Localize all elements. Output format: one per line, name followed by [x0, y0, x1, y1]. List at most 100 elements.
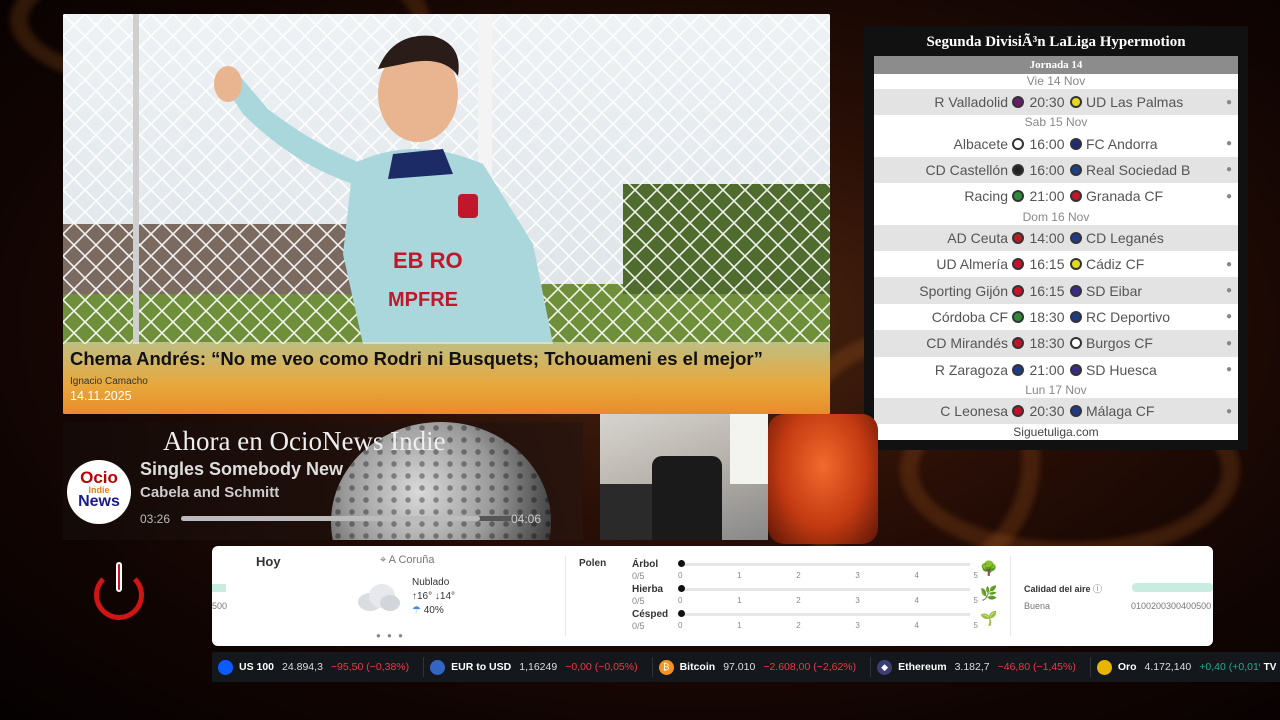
location-pin-icon[interactable]: ●: [1226, 285, 1232, 296]
ethereum-icon: ◆: [877, 659, 893, 675]
ticker-item[interactable]: Oro 4.172,140 +0,40 (+0,01%): [1096, 657, 1280, 677]
match-row[interactable]: Albacete 16:00 FC Andorra ●: [874, 130, 1238, 157]
divider: [1010, 556, 1011, 636]
location-pin-icon[interactable]: ●: [1226, 311, 1232, 322]
pollen-track: [680, 588, 970, 591]
ticker-price: 4.172,140: [1144, 661, 1192, 673]
away-team: CD Leganés: [1086, 229, 1164, 246]
webcam-window: [730, 414, 768, 484]
match-row[interactable]: CD Castellón 16:00 Real Sociedad B ●: [874, 156, 1238, 184]
pollen-track: [680, 613, 970, 616]
air-quality-status: Buena: [1024, 601, 1051, 611]
match-row[interactable]: R Zaragoza 21:00 SD Huesca ●: [874, 356, 1238, 383]
pollen-scale-tick: 1: [737, 571, 742, 580]
location-pin-icon[interactable]: ●: [1226, 97, 1232, 108]
pollen-scale-tick: 2: [796, 571, 801, 580]
track-title: Singles Somebody New: [140, 459, 344, 479]
away-team-badge-icon: [1070, 258, 1082, 271]
ticker-price: 1,16249: [519, 661, 558, 673]
logo-text: News: [78, 493, 120, 510]
market-ticker[interactable]: US 100 24.894,3 −95,50 (−0,38%) EUR to U…: [212, 652, 1280, 682]
location-pin-icon[interactable]: ●: [1226, 338, 1232, 349]
location-pin-icon: ⌖: [380, 554, 389, 566]
match-time: 21:00: [1029, 188, 1065, 205]
tradingview-logo[interactable]: TV: [1260, 652, 1280, 682]
webcam-desk: [600, 484, 655, 540]
pollen-level-dot: [678, 610, 685, 617]
home-team: Racing: [964, 188, 1008, 205]
match-time: 20:30: [1029, 94, 1065, 111]
fixtures-list: Vie 14 Nov R Valladolid 20:30 UD Las Pal…: [874, 74, 1238, 425]
home-team-badge-icon: [1012, 363, 1024, 376]
location-pin-icon[interactable]: ●: [1226, 406, 1232, 417]
match-time: 18:30: [1029, 335, 1065, 352]
power-icon-bar: [116, 562, 122, 592]
match-day-label: Sab 15 Nov: [874, 115, 1238, 131]
news-headline[interactable]: Chema Andrés: “No me veo como Rodri ni B…: [70, 348, 823, 370]
pollen-scale-tick: 4: [914, 596, 919, 605]
pollen-scale-tick: 4: [914, 621, 919, 630]
match-time: 16:15: [1029, 256, 1065, 273]
match-row[interactable]: Racing 21:00 Granada CF ●: [874, 183, 1238, 210]
pollen-scale-tick: 3: [855, 571, 860, 580]
location-pin-icon[interactable]: ●: [1226, 138, 1232, 149]
news-card[interactable]: EB RO MPFRE Chema Andrés: “No me veo com…: [63, 14, 830, 414]
ticker-symbol: Ethereum: [898, 661, 947, 673]
ticker-item[interactable]: ₿ Bitcoin 97.010 −2.608,00 (−2,62%): [658, 657, 872, 677]
ticker-symbol: Bitcoin: [679, 661, 716, 673]
air-quality-label: Calidad del aire ⓘ: [1024, 582, 1102, 595]
ticker-price: 24.894,3: [282, 661, 323, 673]
home-team: Albacete: [953, 135, 1008, 152]
home-team-badge-icon: [1012, 258, 1024, 271]
match-time: 21:00: [1029, 361, 1065, 378]
air-scale-cutoff: 500: [212, 601, 228, 611]
decorative-lamp: [768, 414, 878, 544]
league-fixtures-widget: Segunda DivisiÃ³n LaLiga Hypermotion Jor…: [864, 26, 1248, 450]
carousel-dots[interactable]: ● ● ●: [376, 631, 405, 640]
away-team: SD Huesca: [1086, 361, 1157, 378]
match-row[interactable]: UD Almería 16:15 Cádiz CF ●: [874, 250, 1238, 278]
ticker-item[interactable]: EUR to USD 1,16249 −0,00 (−0,05%): [430, 657, 653, 677]
rain-probability: 40%: [423, 605, 444, 616]
pollen-scale-tick: 4: [914, 571, 919, 580]
ticker-item[interactable]: US 100 24.894,3 −95,50 (−0,38%): [218, 657, 425, 677]
air-quality-bar: [1132, 583, 1213, 592]
pollen-track: [680, 563, 970, 566]
info-icon[interactable]: ⓘ: [1093, 584, 1102, 594]
location-pin-icon[interactable]: ●: [1226, 164, 1232, 175]
location-pin-icon[interactable]: ●: [1226, 191, 1232, 202]
match-row[interactable]: Sporting Gijón 16:15 SD Eibar ●: [874, 277, 1238, 304]
pollen-type: Árbol: [632, 559, 659, 570]
ticker-change: −2.608,00 (−2,62%): [763, 661, 857, 673]
ticker-symbol: US 100: [239, 661, 275, 673]
away-team: Cádiz CF: [1086, 256, 1145, 273]
match-row[interactable]: Córdoba CF 18:30 RC Deportivo ●: [874, 303, 1238, 331]
league-footer-link[interactable]: Siguetuliga.com: [874, 424, 1238, 441]
pollen-scale-tick: 5: [973, 621, 978, 630]
home-team: R Valladolid: [934, 94, 1008, 111]
pollen-scale-tick: 2: [796, 621, 801, 630]
match-day-label: Lun 17 Nov: [874, 382, 1238, 398]
match-row[interactable]: CD Mirandés 18:30 Burgos CF ●: [874, 330, 1238, 357]
home-team-badge-icon: [1012, 405, 1024, 418]
match-row[interactable]: C Leonesa 20:30 Málaga CF ●: [874, 397, 1238, 425]
away-team: SD Eibar: [1086, 282, 1143, 299]
match-row[interactable]: AD Ceuta 14:00 CD Leganés: [874, 224, 1238, 251]
pollen-scale: 0 1 2 3 4 5: [678, 571, 978, 580]
radio-heading: Ahora en OcioNews Indie: [163, 426, 446, 456]
match-day-label: Vie 14 Nov: [874, 74, 1238, 89]
eurusd-icon: [430, 659, 446, 675]
pollen-row: Árbol 0/5 0 1 2 3 4 5: [632, 559, 992, 583]
ticker-item[interactable]: ◆ Ethereum 3.182,7 −46,80 (−1,45%): [877, 657, 1091, 677]
away-team: Málaga CF: [1086, 403, 1155, 420]
location-pin-icon[interactable]: ●: [1226, 259, 1232, 270]
gold-icon: [1096, 659, 1112, 675]
track-artist: Cabela and Schmitt: [140, 484, 280, 501]
location-pin-icon[interactable]: ●: [1226, 364, 1232, 375]
match-row[interactable]: R Valladolid 20:30 UD Las Palmas ●: [874, 89, 1238, 116]
grass-icon: 🌱: [980, 610, 998, 626]
ticker-price: 97.010: [723, 661, 756, 673]
playback-progress-bar[interactable]: [181, 516, 537, 521]
pollen-scale-tick: 0: [678, 621, 683, 630]
home-team: C Leonesa: [940, 403, 1008, 420]
